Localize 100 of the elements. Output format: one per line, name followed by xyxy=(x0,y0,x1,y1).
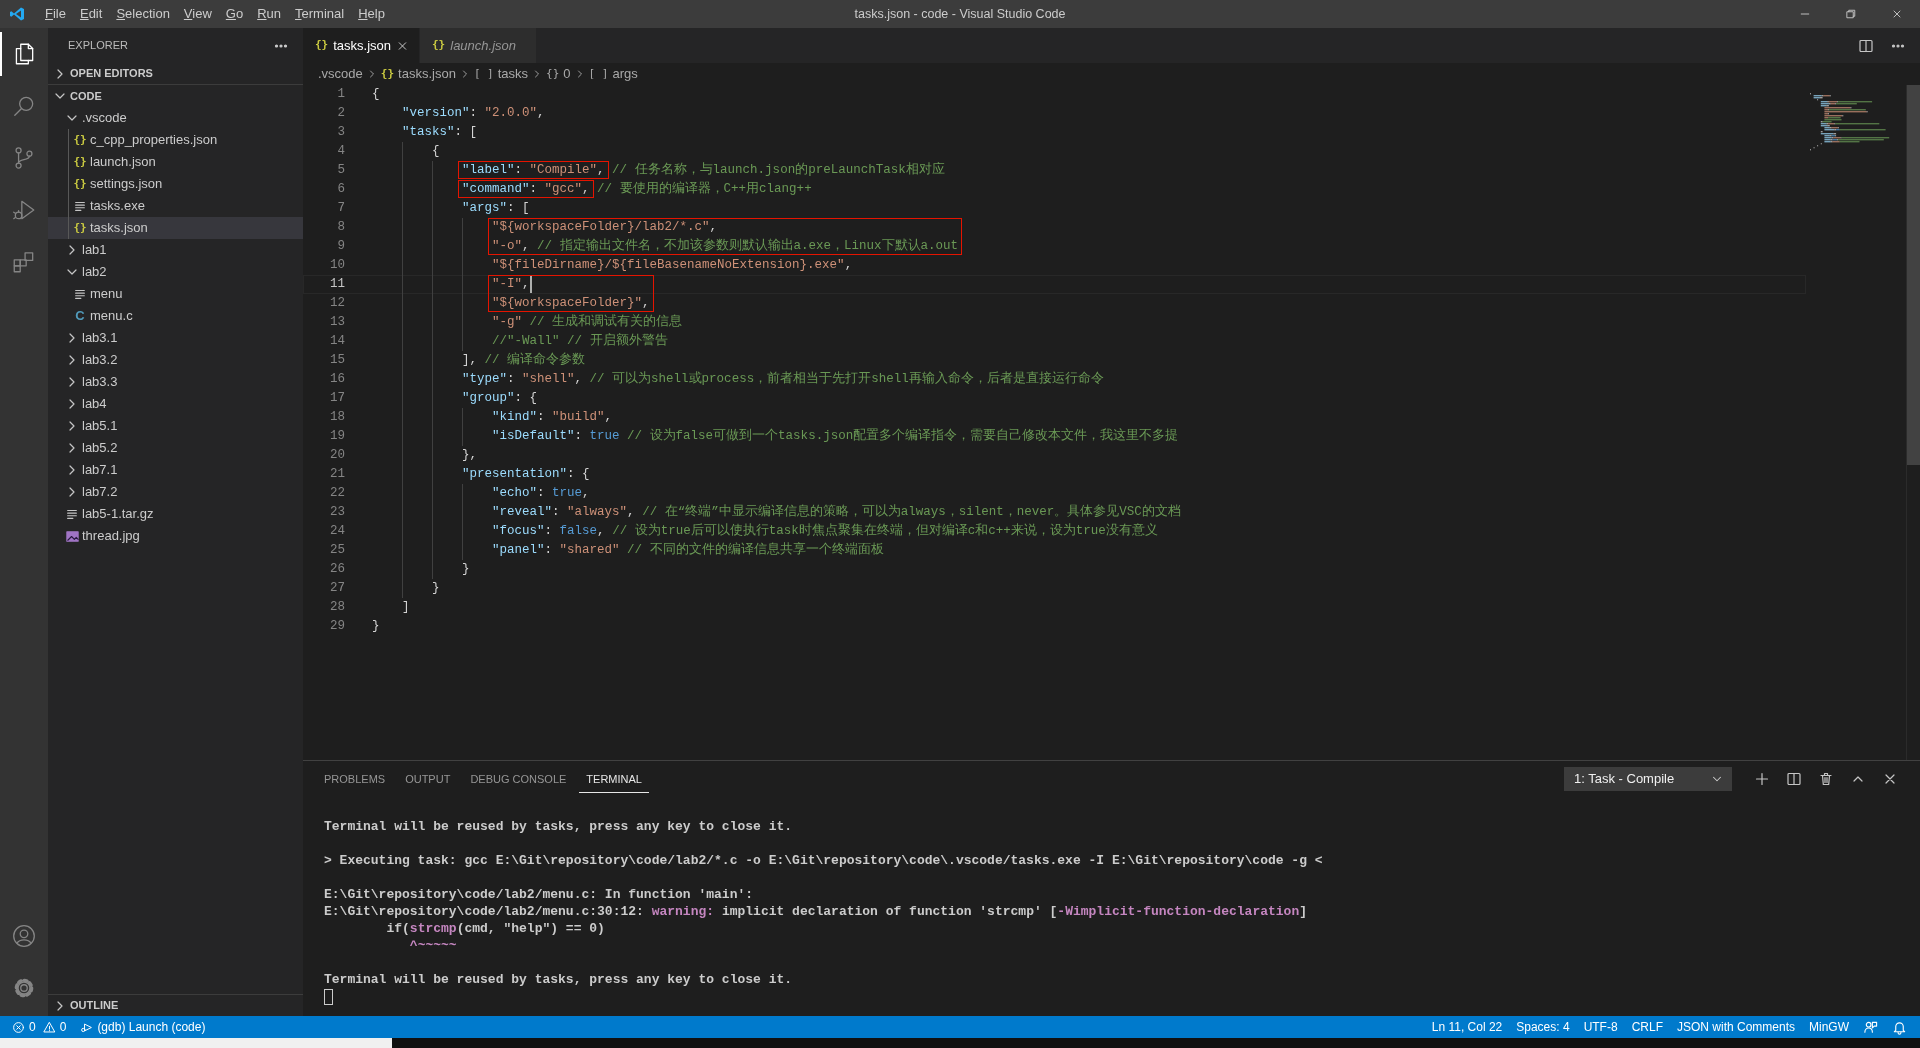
panel-tab[interactable]: PROBLEMS xyxy=(317,765,393,793)
line-number: 4 xyxy=(336,143,345,161)
split-editor-icon[interactable] xyxy=(1858,37,1874,54)
array-icon: [ ] xyxy=(588,65,609,83)
status-item[interactable]: CRLF xyxy=(1624,1018,1670,1036)
status-item[interactable]: Ln 11, Col 22 xyxy=(1424,1018,1510,1036)
section-header[interactable]: CODE xyxy=(48,85,303,107)
code-line: "group": { xyxy=(462,390,538,408)
terminal-line: E:\Git\repository\code/lab2/menu.c:30:12: warning: implicit declaration of function 'strcmp' [-Wimplicit-function-declaration] xyxy=(324,902,1307,921)
debug-launch-status[interactable]: (gdb) Launch (code) xyxy=(73,1018,213,1036)
line-number: 20 xyxy=(329,447,345,465)
image-file-icon xyxy=(64,528,80,544)
breadcrumb-item[interactable]: [ ] tasks xyxy=(473,64,529,84)
tree-item[interactable]: .vscode xyxy=(48,107,303,129)
code-line: ], // 编译命令参数 xyxy=(462,351,586,370)
c-file-icon: C xyxy=(75,306,85,326)
tree-item[interactable]: lab5.2 xyxy=(48,437,303,459)
line-number: 24 xyxy=(329,523,345,541)
code-line: "-I", xyxy=(492,276,530,294)
problems-status[interactable]: 0 0 xyxy=(10,1018,74,1036)
breadcrumb-item[interactable]: {} tasks.json xyxy=(380,64,456,84)
feedback-icon[interactable] xyxy=(1863,1019,1878,1035)
breadcrumb-item[interactable]: [ ] args xyxy=(588,64,638,84)
close-icon[interactable] xyxy=(1891,8,1903,20)
tree-item[interactable]: lab5.1 xyxy=(48,415,303,437)
menubar-item[interactable]: Selection xyxy=(109,4,177,24)
code-line: "-o", // 指定输出文件名，不加该参数则默认输出a.exe，Linux下默认a.out xyxy=(492,237,959,256)
line-number: 16 xyxy=(329,371,345,389)
terminal-line: E:\Git\repository\code/lab2/menu.c: In function 'main': xyxy=(324,885,754,904)
scrollbar-thumb[interactable] xyxy=(1907,85,1920,465)
status-item[interactable]: Spaces: 4 xyxy=(1509,1018,1577,1036)
code-line: "type": "shell", // 可以为shell或process，前者相当于先打开shell再输入命令，后者是直接运行命令 xyxy=(462,370,1104,389)
panel-tab[interactable]: DEBUG CONSOLE xyxy=(463,765,574,793)
plus-icon[interactable] xyxy=(1754,771,1770,787)
section-header[interactable]: OPEN EDITORS xyxy=(48,63,303,85)
account-icon[interactable] xyxy=(11,923,37,949)
tree-item[interactable]: menu xyxy=(48,283,303,305)
menubar-item[interactable]: Run xyxy=(250,4,289,24)
line-number: 1 xyxy=(336,86,345,104)
text-file-icon xyxy=(73,199,87,213)
menubar-item[interactable]: Help xyxy=(351,4,392,24)
code-line: "echo": true, xyxy=(492,485,590,503)
line-number: 9 xyxy=(336,238,345,256)
json-file-icon: {} xyxy=(73,219,87,237)
code-line: "presentation": { xyxy=(462,466,590,484)
tree-item[interactable]: lab1 xyxy=(48,239,303,261)
line-number: 2 xyxy=(336,105,345,123)
bell-icon[interactable] xyxy=(1892,1019,1907,1035)
menubar-item[interactable]: View xyxy=(176,4,219,24)
tree-item[interactable]: lab3.2 xyxy=(48,349,303,371)
tree-item[interactable]: lab3.3 xyxy=(48,371,303,393)
code-line: "tasks": [ xyxy=(402,124,478,142)
code-line: "isDefault": true // 设为false可做到一个tasks.json配置多个编译指令，需要自己修改本文件，我这里不多提 xyxy=(492,427,1179,446)
code-line: "reveal": "always", // 在“终端”中显示编译信息的策略，可以为always，silent，never。具体参见VSC的文档 xyxy=(492,503,1181,522)
breadcrumb-item[interactable]: .vscode xyxy=(318,64,363,84)
taskbar-search-field[interactable] xyxy=(0,1038,392,1048)
menubar-item[interactable]: Go xyxy=(218,4,251,24)
code-line: "kind": "build", xyxy=(492,409,613,427)
line-number: 25 xyxy=(329,542,345,560)
editor-tab[interactable]: {} launch.json xyxy=(420,28,537,63)
tree-item[interactable]: C menu.c xyxy=(48,305,303,327)
split-icon[interactable] xyxy=(1786,771,1802,787)
code-line: "${workspaceFolder}", xyxy=(492,295,650,313)
line-number: 22 xyxy=(329,485,345,503)
breadcrumb-item[interactable]: {} 0 xyxy=(546,64,571,84)
panel-tab[interactable]: OUTPUT xyxy=(398,765,458,793)
line-number: 26 xyxy=(329,561,345,579)
status-item[interactable]: UTF-8 xyxy=(1576,1018,1625,1036)
tree-item[interactable]: {} tasks.json xyxy=(48,217,303,239)
terminal-line: if(strcmp(cmd, "help") == 0) xyxy=(386,919,605,938)
status-item[interactable]: MinGW xyxy=(1802,1018,1856,1036)
json-file-icon: {} xyxy=(73,153,87,171)
trash-icon[interactable] xyxy=(1818,771,1834,787)
code-line: "label": "Compile", // 任务名称，与launch.json的preLaunchTask相对应 xyxy=(462,161,945,180)
terminal-dropdown[interactable]: 1: Task - Compile xyxy=(1564,767,1732,791)
panel-tab[interactable]: TERMINAL xyxy=(579,765,649,793)
object-icon: {} xyxy=(546,65,560,83)
line-number: 19 xyxy=(329,428,345,446)
tree-item[interactable]: lab7.2 xyxy=(48,481,303,503)
tree-item[interactable]: lab2 xyxy=(48,261,303,283)
tree-item[interactable]: lab3.1 xyxy=(48,327,303,349)
line-number: 11 xyxy=(329,276,345,294)
line-number: 23 xyxy=(329,504,345,522)
tree-item[interactable]: thread.jpg xyxy=(48,525,303,547)
restore-icon[interactable] xyxy=(1845,8,1857,20)
editor-tab[interactable]: {} tasks.json xyxy=(303,28,420,63)
code-line: } xyxy=(372,618,380,636)
menubar-item[interactable]: Terminal xyxy=(288,4,352,24)
menubar-item[interactable]: Edit xyxy=(72,4,110,24)
line-number: 17 xyxy=(329,390,345,408)
menubar-item[interactable]: File xyxy=(38,4,73,24)
tree-item[interactable]: lab4 xyxy=(48,393,303,415)
tree-item[interactable]: lab7.1 xyxy=(48,459,303,481)
line-number: 18 xyxy=(329,409,345,427)
line-number: 7 xyxy=(336,200,345,218)
status-item[interactable]: JSON with Comments xyxy=(1669,1018,1802,1036)
text-file-icon xyxy=(65,507,79,521)
tree-item[interactable]: lab5-1.tar.gz xyxy=(48,503,303,525)
line-number: 13 xyxy=(329,314,345,332)
sidebar-title: EXPLORER xyxy=(68,38,128,54)
